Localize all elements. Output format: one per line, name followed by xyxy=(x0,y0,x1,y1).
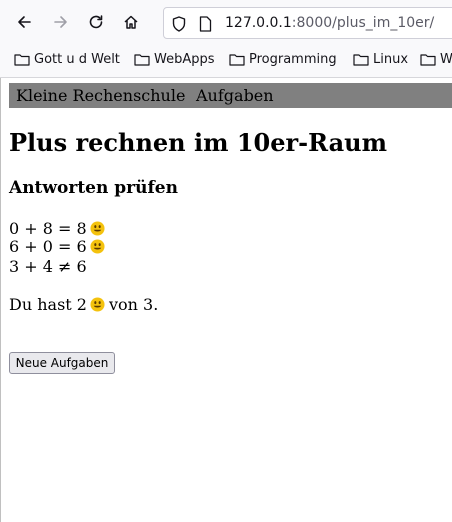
bookmark-programming[interactable]: Programming xyxy=(229,49,337,69)
shield-icon[interactable] xyxy=(172,16,186,32)
site-navbar: Kleine Rechenschule Aufgaben xyxy=(9,83,452,108)
result-line-3: 3 + 4 ≠ 6 xyxy=(9,257,87,276)
browser-chrome: 127.0.0.1:8000/plus_im_10er/ Gott u d We… xyxy=(0,0,452,78)
bookmark-label: WebApps xyxy=(154,51,215,67)
section-heading: Antworten prüfen xyxy=(9,178,178,198)
folder-icon xyxy=(420,53,436,66)
url-text[interactable]: 127.0.0.1:8000/plus_im_10er/ xyxy=(225,15,434,31)
folder-icon xyxy=(134,53,150,66)
folder-icon xyxy=(353,53,369,66)
smiley-icon xyxy=(90,239,105,254)
smiley-icon xyxy=(90,297,105,312)
result-line-1: 0 + 8 = 8 xyxy=(9,219,105,238)
page-title: Plus rechnen im 10er-Raum xyxy=(9,128,388,157)
bookmark-linux[interactable]: Linux xyxy=(353,49,408,69)
folder-icon xyxy=(229,53,245,66)
smiley-icon xyxy=(90,221,105,236)
result-expression: 0 + 8 = 8 xyxy=(9,219,87,238)
home-button[interactable] xyxy=(117,8,145,36)
bookmark-webapps[interactable]: WebApps xyxy=(134,49,215,69)
result-line-2: 6 + 0 = 6 xyxy=(9,237,105,256)
folder-icon xyxy=(14,53,30,66)
summary-suffix: von 3. xyxy=(108,295,159,314)
window-edge xyxy=(0,78,1,522)
forward-arrow-icon xyxy=(54,16,67,28)
result-expression: 3 + 4 ≠ 6 xyxy=(9,257,87,276)
bookmarks-bar: Gott u d Welt WebApps Programming Linux … xyxy=(0,44,452,74)
forward-button[interactable] xyxy=(47,8,75,36)
bookmark-label: W xyxy=(440,51,452,67)
bookmark-label: Gott u d Welt xyxy=(34,51,120,67)
page-icon xyxy=(199,16,212,32)
back-arrow-icon xyxy=(18,16,31,28)
result-expression: 6 + 0 = 6 xyxy=(9,237,87,256)
url-bar[interactable]: 127.0.0.1:8000/plus_im_10er/ xyxy=(163,7,452,39)
url-host: 127.0.0.1 xyxy=(225,15,292,31)
score-summary: Du hast 2 von 3. xyxy=(9,295,158,314)
bookmark-overflow[interactable]: W xyxy=(420,49,452,69)
home-icon xyxy=(124,15,138,29)
nav-brand-link[interactable]: Kleine Rechenschule xyxy=(16,86,185,105)
summary-prefix: Du hast 2 xyxy=(9,295,87,314)
bookmark-label: Linux xyxy=(373,51,409,67)
url-path: :8000/plus_im_10er/ xyxy=(291,15,435,31)
new-tasks-button[interactable]: Neue Aufgaben xyxy=(9,352,115,374)
bookmark-label: Programming xyxy=(249,51,337,67)
browser-toolbar: 127.0.0.1:8000/plus_im_10er/ xyxy=(0,0,452,44)
reload-button[interactable] xyxy=(82,8,110,36)
reload-icon xyxy=(89,15,103,29)
back-button[interactable] xyxy=(10,8,38,36)
nav-aufgaben-link[interactable]: Aufgaben xyxy=(196,86,274,105)
bookmark-gott-u-d-welt[interactable]: Gott u d Welt xyxy=(14,49,120,69)
